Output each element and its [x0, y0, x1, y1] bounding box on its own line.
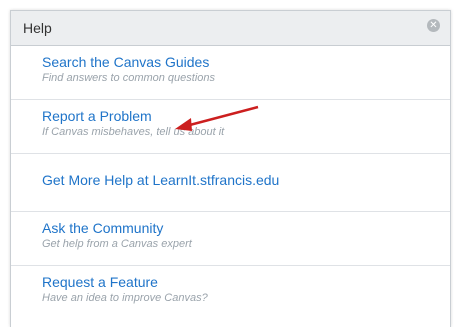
help-menu-list: Search the Canvas Guides Find answers to… — [11, 46, 450, 320]
help-item-description: Find answers to common questions — [42, 72, 216, 84]
help-item-label[interactable]: Request a Feature — [42, 274, 450, 291]
help-item-get-more-help[interactable]: Get More Help at LearnIt.stfrancis.edu — [11, 154, 450, 212]
help-item-report-problem[interactable]: Report a Problem If Canvas misbehaves, t… — [11, 100, 450, 154]
close-icon[interactable]: ✕ — [427, 19, 440, 32]
help-item-search-guides[interactable]: Search the Canvas Guides Find answers to… — [11, 46, 450, 100]
help-item-label[interactable]: Search the Canvas Guides — [42, 54, 450, 71]
help-item-description: Get help from a Canvas expert — [42, 238, 192, 250]
help-item-label[interactable]: Get More Help at LearnIt.stfrancis.edu — [42, 172, 450, 189]
help-item-label[interactable]: Report a Problem — [42, 108, 450, 125]
help-item-description: Have an idea to improve Canvas? — [42, 292, 208, 304]
help-item-description: If Canvas misbehaves, tell us about it — [42, 126, 225, 138]
dialog-title: Help — [23, 20, 52, 36]
help-item-ask-community[interactable]: Ask the Community Get help from a Canvas… — [11, 212, 450, 266]
dialog-titlebar: Help ✕ — [11, 11, 450, 46]
help-item-label[interactable]: Ask the Community — [42, 220, 450, 237]
help-dialog: Help ✕ Search the Canvas Guides Find ans… — [10, 10, 451, 327]
help-item-request-feature[interactable]: Request a Feature Have an idea to improv… — [11, 266, 450, 320]
